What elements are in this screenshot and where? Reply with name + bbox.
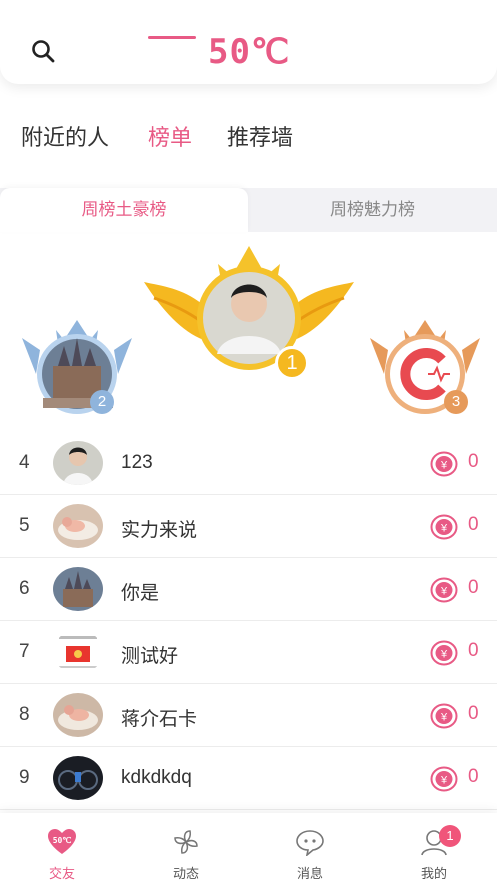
top-three-podium: 2 1 3 [0,232,497,432]
avatar[interactable] [53,756,103,800]
rank-number: 4 [19,452,30,473]
user-name: 实力来说 [121,520,198,541]
svg-text:¥: ¥ [440,523,448,535]
nav-moments[interactable]: 动态 [124,813,248,883]
ranking-row[interactable]: 5 实力来说 ¥ 0 [0,495,497,558]
podium-rank-1[interactable]: 1 [142,242,356,382]
coin-icon: ¥ [430,640,458,666]
ranking-row[interactable]: 7 测试好 ¥ 0 [0,621,497,684]
ranking-row[interactable]: 9 kdkdkdq ¥ 0 [0,747,497,810]
tab-recommend-wall[interactable]: 推荐墙 [227,120,293,152]
rank-number: 8 [19,704,30,725]
coin-icon: ¥ [430,514,458,540]
coin-icon: ¥ [430,451,458,477]
ranking-row[interactable]: 8 蒋介石卡 ¥ 0 [0,684,497,747]
nav-label: 我的 [420,866,447,881]
rank-number: 9 [19,767,30,788]
top-bar: 50℃ [0,0,497,84]
avatar[interactable] [53,630,103,674]
svg-text:¥: ¥ [440,586,448,598]
coin-count: 0 [468,577,479,598]
coin-icon: ¥ [430,703,458,729]
svg-text:¥: ¥ [440,775,448,787]
tab-nearby[interactable]: 附近的人 [21,120,109,152]
nav-friends[interactable]: 50℃ 交友 [0,813,124,883]
user-name: 测试好 [121,646,179,667]
avatar[interactable] [53,504,103,548]
rank-badge-2: 2 [90,390,114,414]
coin-icon: ¥ [430,766,458,792]
nav-me[interactable]: 1 我的 [372,813,496,883]
coin-icon: ¥ [430,577,458,603]
ranking-list: 4 123 ¥ 0 5 实力来说 ¥ 0 6 你是 ¥ 0 7 测试好 ¥ 0 … [0,432,497,810]
rank-number: 6 [19,578,30,599]
svg-text:50℃: 50℃ [53,836,72,845]
nav-messages[interactable]: 消息 [248,813,372,883]
user-name: 蒋介石卡 [121,709,198,730]
active-tab-indicator [148,36,196,39]
nav-label: 交友 [48,866,75,881]
ranking-row[interactable]: 6 你是 ¥ 0 [0,558,497,621]
unread-badge: 1 [439,825,461,847]
coin-count: 0 [468,703,479,724]
tab-ranking[interactable]: 榜单 [148,120,192,152]
avatar[interactable] [53,693,103,737]
subtab-weekly-rich[interactable]: 周榜土豪榜 [0,188,248,232]
pinwheel-icon [171,828,201,856]
coin-count: 0 [468,766,479,787]
svg-text:¥: ¥ [440,649,448,661]
rank-badge-3: 3 [444,390,468,414]
nav-label: 动态 [172,866,199,881]
coin-count: 0 [468,451,479,472]
avatar[interactable] [53,567,103,611]
rank-number: 7 [19,641,30,662]
nav-label: 消息 [296,866,323,881]
coin-count: 0 [468,640,479,661]
user-name: 123 [121,452,153,473]
podium-rank-2[interactable]: 2 [18,316,136,416]
svg-text:¥: ¥ [440,712,448,724]
ranking-row[interactable]: 4 123 ¥ 0 [0,432,497,495]
user-name: 你是 [121,583,160,604]
rank-badge-1: 1 [275,346,309,380]
subtab-weekly-charm[interactable]: 周榜魅力榜 [248,188,497,232]
bottom-navigation: 50℃ 交友 动态 消息 1 我的 [0,813,497,883]
app-logo: 50℃ [208,32,291,72]
search-icon[interactable] [28,36,60,68]
avatar[interactable] [53,441,103,485]
coin-count: 0 [468,514,479,535]
ranking-subtabs: 周榜魅力榜 周榜土豪榜 [0,188,497,232]
chat-bubble-icon [295,828,325,858]
svg-text:¥: ¥ [440,460,448,472]
rank-number: 5 [19,515,30,536]
user-name: kdkdkdq [121,767,192,788]
podium-rank-3[interactable]: 3 [366,316,484,416]
heart-icon: 50℃ [47,828,77,856]
